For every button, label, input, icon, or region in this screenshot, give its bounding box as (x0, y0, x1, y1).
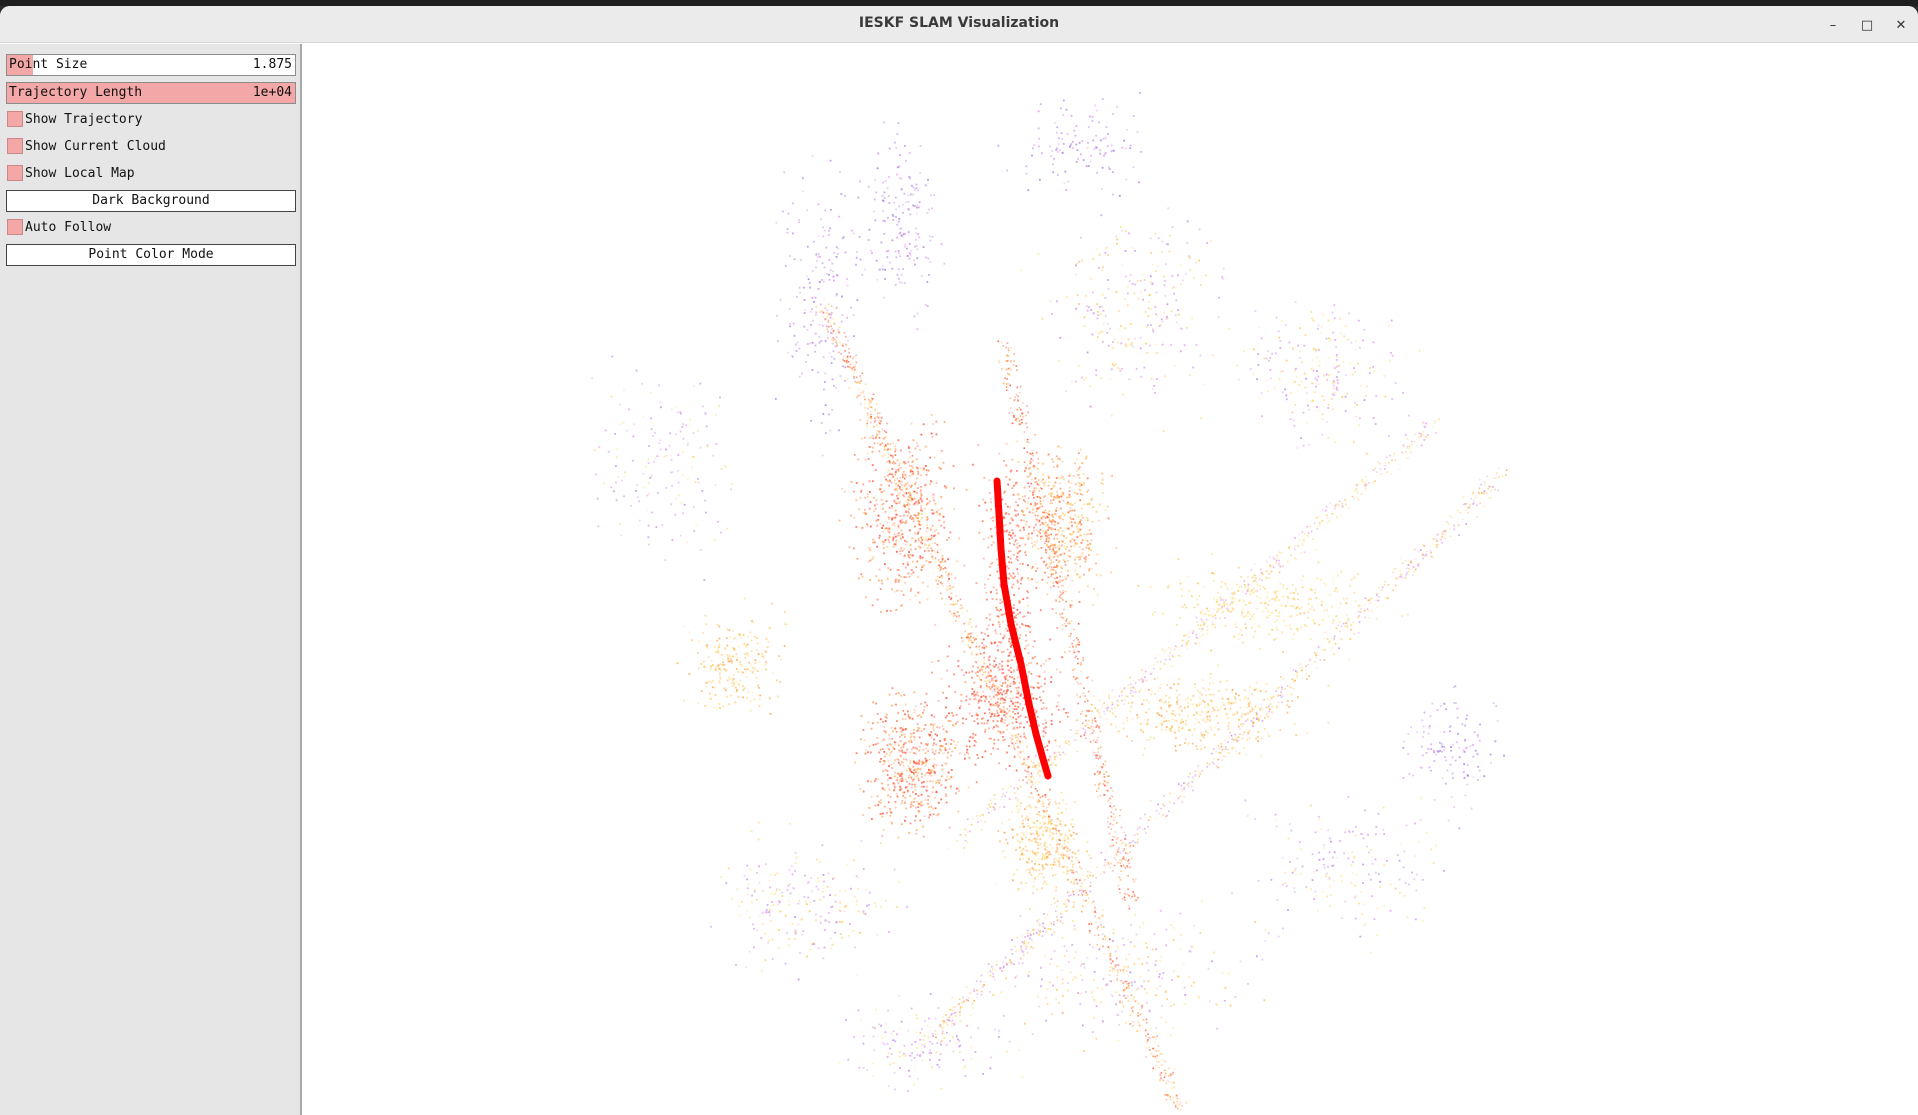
point-size-label: Point Size (9, 57, 88, 72)
minimize-icon[interactable]: – (1822, 14, 1844, 36)
trajectory-length-slider[interactable]: Trajectory Length 1e+04 (6, 82, 296, 104)
show-trajectory-label: Show Trajectory (25, 112, 143, 127)
show-current-cloud-label: Show Current Cloud (25, 139, 166, 154)
auto-follow-check-icon[interactable] (7, 219, 23, 235)
control-panel: Point Size 1.875 Trajectory Length 1e+04… (0, 44, 302, 1115)
auto-follow-label: Auto Follow (25, 220, 112, 235)
show-current-cloud-checkbox[interactable]: Show Current Cloud (6, 136, 296, 158)
point-cloud-map (591, 92, 1508, 1111)
title-bar[interactable]: IESKF SLAM Visualization – □ ✕ (0, 6, 1918, 43)
show-local-map-check-icon[interactable] (7, 165, 23, 181)
point-size-value: 1.875 (252, 57, 292, 72)
point-cloud-points (591, 92, 1508, 1111)
show-current-cloud-check-icon[interactable] (7, 138, 23, 154)
auto-follow-checkbox[interactable]: Auto Follow (6, 217, 296, 239)
close-icon[interactable]: ✕ (1890, 14, 1912, 36)
show-local-map-checkbox[interactable]: Show Local Map (6, 163, 296, 185)
point-color-mode-button[interactable]: Point Color Mode (6, 244, 296, 266)
dark-background-button[interactable]: Dark Background (6, 190, 296, 212)
show-trajectory-checkbox[interactable]: Show Trajectory (6, 109, 296, 131)
trajectory-length-label: Trajectory Length (9, 85, 143, 100)
3d-viewport[interactable] (302, 44, 1918, 1115)
show-local-map-label: Show Local Map (25, 166, 135, 181)
point-size-slider[interactable]: Point Size 1.875 (6, 54, 296, 76)
window-title: IESKF SLAM Visualization (858, 15, 1060, 31)
app-window: IESKF SLAM Visualization – □ ✕ Point Siz… (0, 6, 1918, 1115)
trajectory-length-value: 1e+04 (252, 85, 292, 100)
maximize-icon[interactable]: □ (1856, 14, 1878, 36)
show-trajectory-check-icon[interactable] (7, 111, 23, 127)
